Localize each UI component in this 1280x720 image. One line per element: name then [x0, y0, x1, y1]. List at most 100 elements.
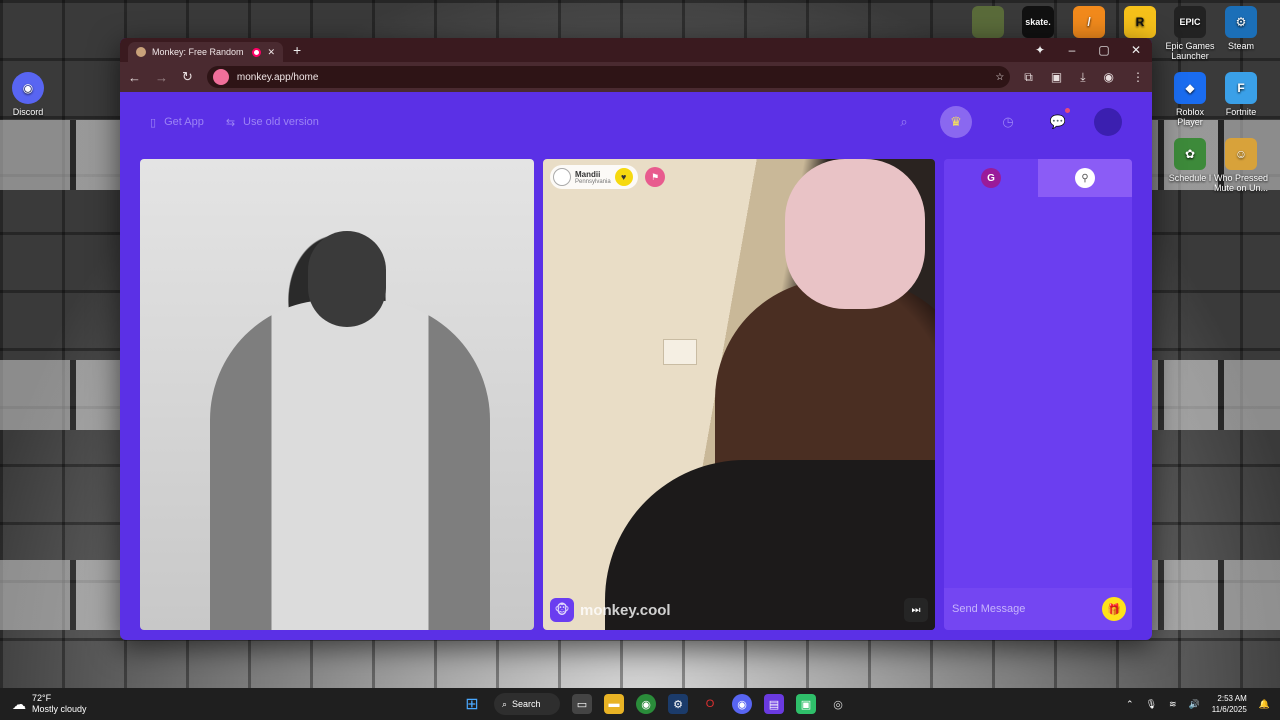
weather-description: Mostly cloudy — [32, 704, 87, 714]
mute-game-icon: ☺ — [1225, 138, 1257, 170]
roblox-icon: ◆ — [1174, 72, 1206, 104]
taskbar-search[interactable]: ⌕ Search — [494, 693, 560, 715]
address-bar: ← → ↻ monkey.app/home ☆ ⧉ ▣ ⤓ ◉ ⋮ — [120, 62, 1152, 92]
desktop-icon-skate[interactable]: skate. — [1010, 6, 1066, 41]
weather-widget[interactable]: ☁ 72°F Mostly cloudy — [12, 693, 87, 715]
discord-icon: ◉ — [12, 72, 44, 104]
desktop-icon-epic-games[interactable]: EPIC Epic Games Launcher — [1162, 6, 1218, 61]
chrome-icon[interactable]: ◉ — [636, 694, 656, 714]
flag-icon[interactable]: ⚑ — [645, 167, 665, 187]
messages-icon[interactable]: 💬 — [1044, 108, 1072, 136]
game-thumbnail-icon — [972, 6, 1004, 38]
group-letter-icon: G — [981, 168, 1001, 188]
taskbar-apps: ⊞ ⌕ Search ▭ ▬ ◉ ⚙ O ◉ ▤ ▣ ◎ — [462, 693, 848, 715]
orange-game-icon: / — [1073, 6, 1105, 38]
desktop-icon-roblox[interactable]: ◆ Roblox Player — [1162, 72, 1218, 127]
desktop-icon-steam[interactable]: ⚙ Steam — [1213, 6, 1269, 51]
rockstar-icon: R — [1124, 6, 1156, 38]
swap-icon: ⇆ — [225, 116, 236, 129]
local-video-head — [308, 231, 386, 327]
remote-video: Mandii Pennsylvania ♥ ⚑ 🐵 monkey.cool ⏭ — [543, 159, 935, 630]
chat-tab-group[interactable]: G — [944, 159, 1038, 197]
skip-button[interactable]: ⏭ — [904, 598, 928, 622]
phone-icon: ▯ — [150, 116, 157, 129]
tab-bar: Monkey: Free Random Vid ✕ + ✦ – ▢ ✕ — [120, 38, 1152, 62]
profile-icon[interactable]: ◉ — [1104, 70, 1114, 85]
monkey-logo-icon: 🐵 — [550, 598, 574, 622]
search-icon[interactable]: ⌕ — [890, 108, 918, 136]
history-icon[interactable]: ◷ — [994, 108, 1022, 136]
minimize-button[interactable]: – — [1056, 38, 1088, 62]
url-omnibox[interactable]: monkey.app/home ☆ — [206, 66, 1011, 88]
recording-icon — [252, 47, 262, 57]
desktop-icon-orange-game[interactable]: / — [1061, 6, 1117, 41]
clock[interactable]: 2:53 AM 11/6/2025 — [1212, 693, 1247, 715]
browser-window: Monkey: Free Random Vid ✕ + ✦ – ▢ ✕ ← → … — [120, 38, 1152, 640]
app-header: ▯ Get App ⇆ Use old version ⌕ ♛ ◷ 💬 — [120, 92, 1152, 152]
url-text: monkey.app/home — [236, 71, 319, 83]
heart-badge-icon: ♥ — [614, 168, 633, 186]
avatar[interactable] — [1094, 108, 1122, 136]
discord-taskbar-icon[interactable]: ◉ — [732, 694, 752, 714]
notification-bell-icon[interactable]: 🔔 — [1259, 699, 1270, 710]
microphone-icon[interactable]: 🎙 — [1146, 699, 1157, 710]
back-icon[interactable]: ← — [128, 70, 141, 85]
download-icon[interactable]: ⤓ — [1080, 70, 1085, 85]
extensions-icon[interactable]: ⧉ — [1024, 70, 1033, 85]
wifi-icon[interactable]: ≋ — [1169, 699, 1177, 710]
new-tab-button[interactable]: + — [293, 42, 301, 58]
volume-icon[interactable]: 🔊 — [1189, 699, 1200, 710]
clock-time: 2:53 AM — [1217, 694, 1247, 703]
old-version-button[interactable]: ⇆ Use old version — [226, 116, 319, 129]
maximize-button[interactable]: ▢ — [1088, 38, 1120, 62]
temperature: 72°F — [32, 693, 52, 703]
file-explorer-icon[interactable]: ▬ — [604, 694, 624, 714]
tab-title: Monkey: Free Random Vid — [152, 47, 246, 57]
desktop-icon-game-thumbnail[interactable] — [960, 6, 1016, 41]
taskbar: ☁ 72°F Mostly cloudy ⊞ ⌕ Search ▭ ▬ ◉ ⚙ … — [0, 688, 1280, 720]
task-view-icon[interactable]: ▭ — [572, 694, 592, 714]
chat-tabs: G ⚲ — [944, 159, 1132, 197]
purple-app-icon[interactable]: ▤ — [764, 694, 784, 714]
desktop-icon-who-pressed-mute[interactable]: ☺ Who Pressed Mute on Un... — [1213, 138, 1269, 193]
monkey-app: ▯ Get App ⇆ Use old version ⌕ ♛ ◷ 💬 Mand… — [120, 92, 1152, 640]
desktop-icon-rockstar[interactable]: R — [1112, 6, 1168, 41]
monkey-favicon-icon — [136, 47, 146, 57]
tab-monkey[interactable]: Monkey: Free Random Vid ✕ — [128, 42, 283, 62]
wall-outlet — [663, 339, 697, 365]
gift-icon[interactable]: 🎁 — [1102, 597, 1126, 621]
close-window-button[interactable]: ✕ — [1120, 38, 1152, 62]
get-app-button[interactable]: ▯ Get App — [150, 116, 204, 129]
window-controls: ✦ – ▢ ✕ — [1024, 38, 1152, 62]
chevron-up-icon[interactable]: ⌃ — [1126, 699, 1134, 710]
remote-user-chip[interactable]: Mandii Pennsylvania ♥ — [550, 165, 638, 189]
local-video — [140, 159, 534, 630]
gemini-sparkle-icon[interactable]: ✦ — [1024, 38, 1056, 62]
tab-close-icon[interactable]: ✕ — [267, 47, 275, 58]
menu-kebab-icon[interactable]: ⋮ — [1132, 70, 1144, 85]
epic-games-icon: EPIC — [1174, 6, 1206, 38]
bookmark-star-icon[interactable]: ☆ — [995, 72, 1004, 83]
cloud-icon: ☁ — [12, 695, 26, 712]
media-icon[interactable]: ▣ — [1051, 70, 1062, 85]
local-video-person — [210, 300, 490, 630]
clock-date: 11/6/2025 — [1211, 705, 1247, 714]
crown-icon[interactable]: ♛ — [940, 106, 972, 138]
windows-start-icon[interactable]: ⊞ — [462, 694, 482, 714]
forward-icon[interactable]: → — [155, 70, 168, 85]
message-input[interactable]: Send Message 🎁 — [944, 588, 1132, 630]
reload-icon[interactable]: ↻ — [182, 69, 193, 85]
desktop-icon-fortnite[interactable]: F Fortnite — [1213, 72, 1269, 117]
site-info-icon[interactable] — [212, 69, 229, 85]
steam-icon: ⚙ — [1225, 6, 1257, 38]
steam-taskbar-icon[interactable]: ⚙ — [668, 694, 688, 714]
desktop-icon-discord[interactable]: ◉ Discord — [0, 72, 56, 117]
obs-icon[interactable]: ◎ — [828, 694, 848, 714]
chat-tab-user[interactable]: ⚲ — [1038, 159, 1132, 197]
user-avatar-icon: ⚲ — [1075, 168, 1095, 188]
desktop-icon-schedule[interactable]: ✿ Schedule I — [1162, 138, 1218, 183]
brand-watermark: 🐵 monkey.cool — [550, 598, 671, 622]
fortnite-icon: F — [1225, 72, 1257, 104]
green-app-icon[interactable]: ▣ — [796, 694, 816, 714]
opera-icon[interactable]: O — [700, 694, 720, 714]
